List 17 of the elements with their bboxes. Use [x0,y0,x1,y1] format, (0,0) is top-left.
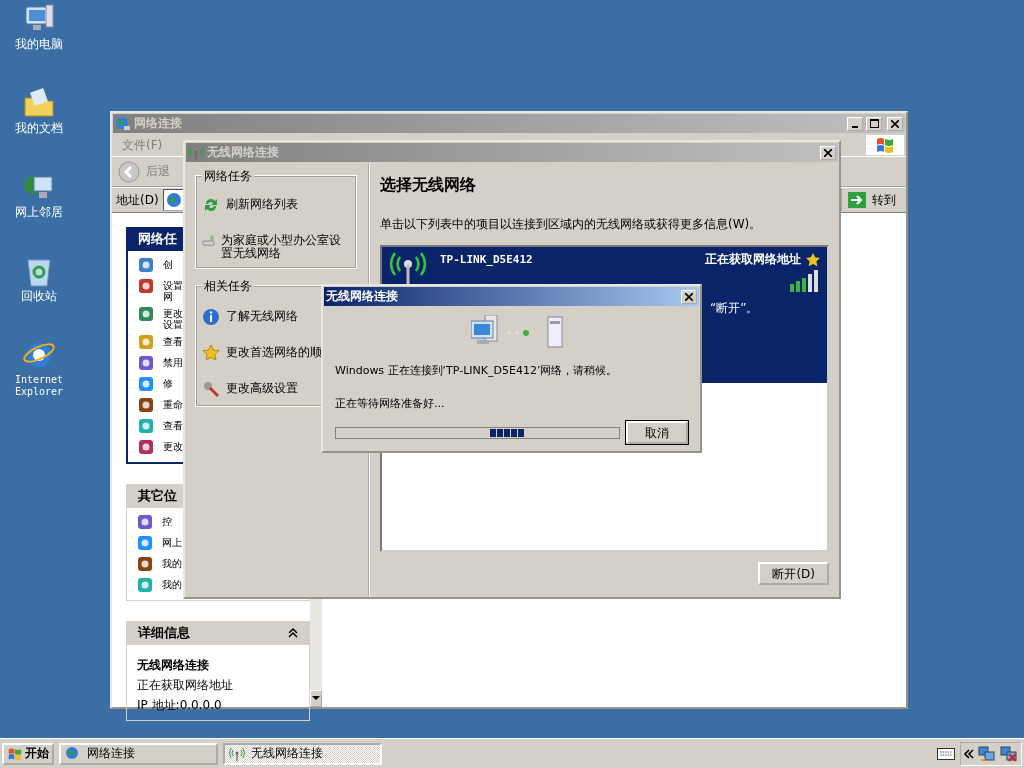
connection-status: 正在获取网络地址 [705,251,801,268]
group-title: 相关任务 [202,278,254,295]
section-heading: 选择无线网络 [380,175,477,196]
status-text: 正在等待网络准备好... [335,396,446,411]
details-status: 正在获取网络地址 [137,677,234,694]
address-label: 地址(D) [116,191,159,209]
details-name: 无线网络连接 [137,657,210,674]
network-note: “断开”。 [710,300,760,317]
network-name: TP-LINK_D5E412 [440,253,533,266]
details-title: 详细信息 [138,624,190,642]
window-title: 网络连接 [134,115,182,132]
details-ip: IP 地址:0.0.0.0 [137,697,223,714]
connecting-message: Windows 正在连接到‘TP-LINK_D5E412’网络，请稍候。 [335,363,619,378]
dialog-title: 无线网络连接 [326,288,398,305]
window-title: 无线网络连接 [207,144,279,161]
group-title: 网络任务 [202,168,254,185]
instruction-text: 单击以下列表中的项目以连接到区域内的无线网络或获得更多信息(W)。 [380,216,763,233]
